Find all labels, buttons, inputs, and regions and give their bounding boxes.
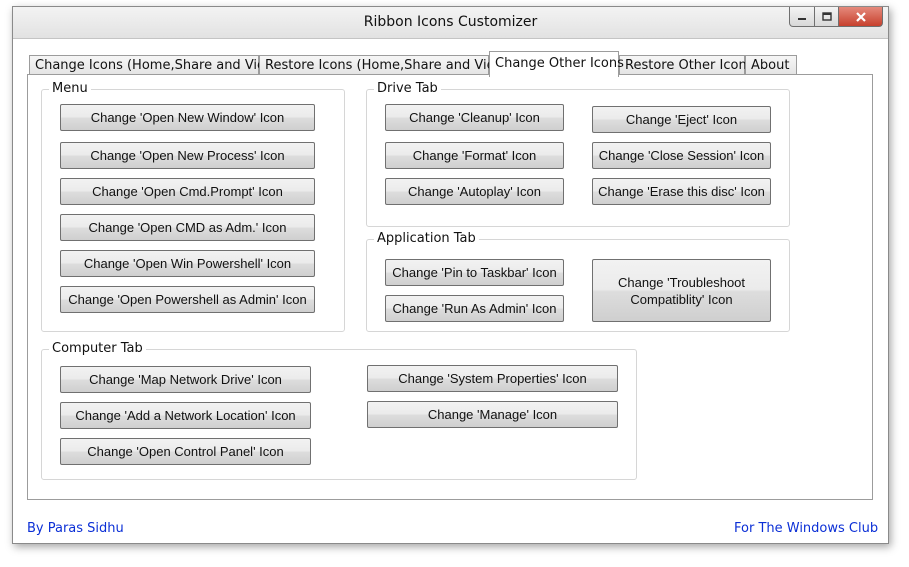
change-open-control-panel-icon-button[interactable]: Change 'Open Control Panel' Icon	[60, 438, 311, 465]
tab-change-icons-home[interactable]: Change Icons (Home,Share and View)	[29, 55, 281, 75]
menu-group: Menu Change 'Open New Window' Icon Chang…	[41, 81, 345, 332]
change-manage-icon-button[interactable]: Change 'Manage' Icon	[367, 401, 618, 428]
minimize-icon	[798, 17, 806, 20]
computer-tab-group: Computer Tab Change 'Map Network Drive' …	[41, 341, 637, 480]
computer-tab-group-title: Computer Tab	[49, 341, 146, 356]
windows-club-link[interactable]: For The Windows Club	[734, 521, 878, 536]
maximize-button[interactable]	[814, 7, 839, 27]
app-window: Ribbon Icons Customizer Change Icons (Ho…	[12, 6, 889, 544]
application-tab-group: Application Tab Change 'Pin to Taskbar' …	[366, 231, 790, 332]
author-link[interactable]: By Paras Sidhu	[27, 521, 124, 536]
tab-about[interactable]: About	[745, 55, 797, 75]
change-format-icon-button[interactable]: Change 'Format' Icon	[385, 142, 564, 169]
change-close-session-icon-button[interactable]: Change 'Close Session' Icon	[592, 142, 771, 169]
application-tab-group-title: Application Tab	[374, 231, 479, 246]
change-erase-this-disc-icon-button[interactable]: Change 'Erase this disc' Icon	[592, 178, 771, 205]
change-eject-icon-button[interactable]: Change 'Eject' Icon	[592, 106, 771, 133]
change-open-powershell-as-admin-icon-button[interactable]: Change 'Open Powershell as Admin' Icon	[60, 286, 315, 313]
change-map-network-drive-icon-button[interactable]: Change 'Map Network Drive' Icon	[60, 366, 311, 393]
change-open-cmd-prompt-icon-button[interactable]: Change 'Open Cmd.Prompt' Icon	[60, 178, 315, 205]
drive-tab-group-title: Drive Tab	[374, 81, 441, 96]
tab-panel-change-other-icons: Menu Change 'Open New Window' Icon Chang…	[27, 74, 873, 500]
change-open-cmd-as-adm-icon-button[interactable]: Change 'Open CMD as Adm.' Icon	[60, 214, 315, 241]
change-run-as-admin-icon-button[interactable]: Change 'Run As Admin' Icon	[385, 295, 564, 322]
menu-group-title: Menu	[49, 81, 91, 96]
change-cleanup-icon-button[interactable]: Change 'Cleanup' Icon	[385, 104, 564, 131]
minimize-button[interactable]	[789, 7, 815, 27]
change-troubleshoot-compatibility-icon-button[interactable]: Change 'Troubleshoot Compatiblity' Icon	[592, 259, 771, 322]
change-add-network-location-icon-button[interactable]: Change 'Add a Network Location' Icon	[60, 402, 311, 429]
title-bar[interactable]: Ribbon Icons Customizer	[13, 7, 888, 39]
change-open-win-powershell-icon-button[interactable]: Change 'Open Win Powershell' Icon	[60, 250, 315, 277]
change-system-properties-icon-button[interactable]: Change 'System Properties' Icon	[367, 365, 618, 392]
window-title: Ribbon Icons Customizer	[363, 14, 538, 30]
close-button[interactable]	[838, 7, 883, 27]
change-autoplay-icon-button[interactable]: Change 'Autoplay' Icon	[385, 178, 564, 205]
drive-tab-group: Drive Tab Change 'Cleanup' Icon Change '…	[366, 81, 790, 227]
maximize-icon	[821, 12, 832, 21]
change-open-new-process-icon-button[interactable]: Change 'Open New Process' Icon	[60, 142, 315, 169]
tab-restore-icons-home[interactable]: Restore Icons (Home,Share and View)	[259, 55, 510, 75]
change-pin-to-taskbar-icon-button[interactable]: Change 'Pin to Taskbar' Icon	[385, 259, 564, 286]
tab-change-other-icons[interactable]: Change Other Icons	[489, 51, 624, 77]
change-open-new-window-icon-button[interactable]: Change 'Open New Window' Icon	[60, 104, 315, 131]
tab-restore-other-icons[interactable]: Restore Other Icons	[619, 55, 753, 75]
close-icon	[855, 11, 866, 22]
